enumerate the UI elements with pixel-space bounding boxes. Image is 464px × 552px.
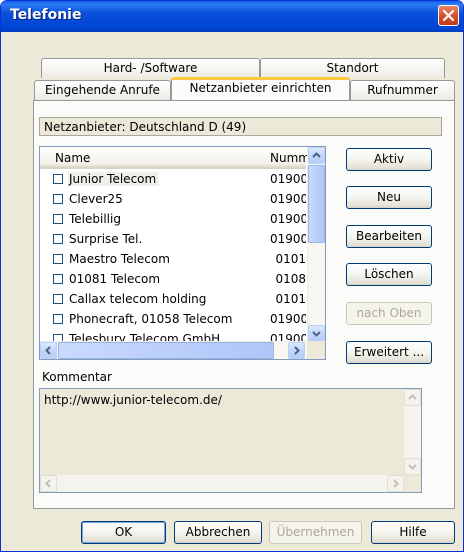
checkbox[interactable] — [53, 294, 63, 304]
aktiv-button[interactable]: Aktiv — [346, 148, 432, 171]
comment-vertical-scrollbar[interactable] — [404, 389, 421, 475]
provider-number: 0101 — [275, 292, 306, 306]
arrow-up-icon — [408, 394, 417, 400]
list-vertical-scrollbar[interactable] — [307, 147, 325, 342]
list-item[interactable]: Callax telecom holding 0101 — [40, 289, 306, 309]
scroll-right-button[interactable] — [387, 475, 404, 492]
provider-name: 01081 Telecom — [69, 272, 161, 286]
arrow-down-icon — [408, 464, 417, 470]
provider-info-field: Netzanbieter: Deutschland D (49) — [39, 117, 442, 136]
scroll-corner — [307, 341, 325, 359]
abbrechen-button[interactable]: Abbrechen — [174, 521, 262, 544]
checkbox[interactable] — [53, 174, 63, 184]
provider-number: 019009 — [270, 172, 306, 186]
tab-label: Standort — [326, 61, 379, 75]
scroll-up-button[interactable] — [404, 389, 421, 406]
scroll-up-button[interactable] — [308, 147, 325, 164]
uebernehmen-button[interactable]: Übernehmen — [269, 521, 362, 544]
provider-number: 019002 — [270, 212, 306, 226]
list-header: Name Numm — [40, 147, 310, 169]
arrow-right-icon — [294, 346, 300, 355]
tab-hard-software[interactable]: Hard- /Software — [41, 58, 260, 78]
list-item[interactable]: Surprise Tel. 019004 — [40, 229, 306, 249]
ok-button[interactable]: OK — [81, 521, 166, 544]
scroll-left-button[interactable] — [40, 342, 57, 359]
tab-standort[interactable]: Standort — [260, 58, 445, 78]
provider-list[interactable]: Name Numm Junior Telecom 019009 Clever25 0… — [39, 146, 326, 360]
scroll-thumb[interactable] — [58, 342, 274, 359]
provider-name: Clever25 — [69, 192, 123, 206]
arrow-down-icon — [312, 331, 321, 337]
provider-number: 0108 — [275, 272, 306, 286]
checkbox[interactable] — [53, 214, 63, 224]
tab-netzanbieter-einrichten[interactable]: Netzanbieter einrichten — [171, 77, 350, 100]
list-horizontal-scrollbar[interactable] — [40, 341, 308, 359]
list-item[interactable]: Telebillig 019002 — [40, 209, 306, 229]
arrow-left-icon — [45, 479, 51, 488]
provider-number: 019008 — [270, 312, 306, 326]
comment-textarea[interactable]: http://www.junior-telecom.de/ — [39, 388, 422, 493]
list-item[interactable]: Maestro Telecom 0101 — [40, 249, 306, 269]
column-header-number[interactable]: Numm — [270, 151, 310, 165]
provider-name: Callax telecom holding — [69, 292, 207, 306]
telefonie-dialog: Telefonie Hard- /Software Standort Einge… — [0, 0, 464, 552]
list-item[interactable]: Phonecraft, 01058 Telecom 019008 — [40, 309, 306, 329]
comment-text: http://www.junior-telecom.de/ — [44, 393, 222, 407]
column-header-name[interactable]: Name — [55, 151, 90, 165]
provider-number: 019004 — [270, 232, 306, 246]
arrow-right-icon — [393, 479, 399, 488]
checkbox[interactable] — [53, 234, 63, 244]
hilfe-button[interactable]: Hilfe — [371, 521, 455, 544]
erweitert-button[interactable]: Erweitert ... — [346, 341, 432, 364]
provider-number: 019002 — [270, 192, 306, 206]
checkbox[interactable] — [53, 194, 63, 204]
provider-name: Surprise Tel. — [69, 232, 143, 246]
checkbox[interactable] — [53, 254, 63, 264]
checkbox[interactable] — [53, 274, 63, 284]
title-bar[interactable]: Telefonie — [1, 1, 463, 32]
arrow-up-icon — [312, 152, 321, 158]
list-rows: Junior Telecom 019009 Clever25 019002 Tele… — [40, 169, 306, 349]
scroll-down-button[interactable] — [404, 458, 421, 475]
provider-name: Telebillig — [69, 212, 121, 226]
nach-oben-button[interactable]: nach Oben — [346, 302, 432, 325]
provider-name: Maestro Telecom — [69, 252, 170, 266]
bearbeiten-button[interactable]: Bearbeiten — [346, 225, 432, 248]
tab-label: Eingehende Anrufe — [45, 83, 160, 97]
list-item[interactable]: Junior Telecom 019009 — [40, 169, 306, 189]
tab-label: Rufnummer — [367, 83, 438, 97]
provider-name: Junior Telecom — [68, 172, 160, 186]
window-title: Telefonie — [10, 7, 82, 23]
loeschen-button[interactable]: Löschen — [346, 263, 432, 286]
list-item[interactable]: Clever25 019002 — [40, 189, 306, 209]
comment-label: Kommentar — [42, 370, 112, 384]
tab-eingehende-anrufe[interactable]: Eingehende Anrufe — [34, 80, 171, 100]
scroll-thumb[interactable] — [308, 165, 325, 243]
scroll-right-button[interactable] — [288, 342, 305, 359]
checkbox[interactable] — [53, 314, 63, 324]
tab-label: Netzanbieter einrichten — [189, 81, 332, 95]
provider-name: Phonecraft, 01058 Telecom — [69, 312, 233, 326]
tab-rufnummer[interactable]: Rufnummer — [350, 80, 455, 100]
close-button[interactable] — [438, 5, 459, 26]
close-icon — [443, 10, 454, 21]
comment-horizontal-scrollbar[interactable] — [40, 475, 404, 492]
tab-label: Hard- /Software — [103, 61, 198, 75]
scroll-left-button[interactable] — [40, 475, 57, 492]
neu-button[interactable]: Neu — [346, 186, 432, 209]
arrow-left-icon — [45, 346, 51, 355]
scroll-down-button[interactable] — [308, 325, 325, 342]
provider-number: 0101 — [275, 252, 306, 266]
list-item[interactable]: 01081 Telecom 0108 — [40, 269, 306, 289]
